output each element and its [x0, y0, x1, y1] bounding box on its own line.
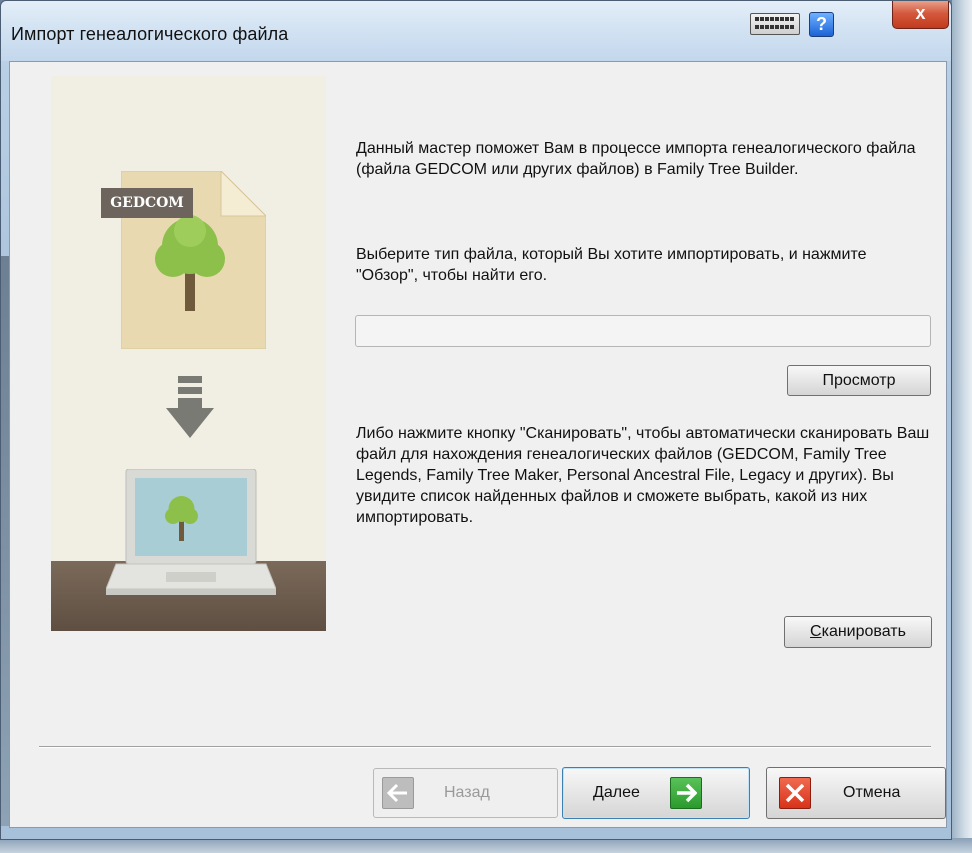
scan-button[interactable]: Сканировать	[784, 616, 932, 648]
cancel-label: Отмена	[843, 784, 901, 801]
desktop-taskbar-edge	[0, 838, 972, 853]
back-button[interactable]: Назад	[373, 768, 558, 818]
browse-button[interactable]: Просмотр	[787, 365, 931, 396]
arrow-right-icon	[669, 777, 702, 809]
back-label: Назад	[444, 784, 490, 801]
title-bar[interactable]: Импорт генеалогического файла ? x	[1, 1, 951, 61]
file-path-input[interactable]	[355, 315, 931, 347]
import-illustration: GEDCOM	[51, 76, 326, 631]
arrow-left-icon	[382, 777, 414, 809]
cancel-button[interactable]: Отмена	[766, 767, 946, 819]
instruction-text: Выберите тип файла, который Вы хотите им…	[356, 246, 867, 284]
help-button[interactable]: ?	[809, 12, 834, 37]
close-button[interactable]: x	[892, 1, 949, 29]
scan-access-key: С	[810, 623, 822, 640]
scan-label: канировать	[821, 623, 906, 640]
cancel-x-icon	[779, 777, 811, 809]
keyboard-icon[interactable]	[750, 13, 800, 35]
laptop-icon	[106, 469, 276, 595]
next-button[interactable]: Далее	[562, 767, 750, 819]
arrow-down-icon	[166, 376, 214, 438]
next-label: Далее	[593, 784, 640, 801]
window-title: Импорт генеалогического файла	[11, 24, 289, 44]
scan-info-text: Либо нажмите кнопку "Сканировать", чтобы…	[356, 425, 930, 526]
desktop-background	[952, 0, 972, 853]
import-dialog-window: Импорт генеалогического файла ? x GEDCOM	[0, 0, 952, 840]
gedcom-label: GEDCOM	[101, 188, 193, 218]
window-left-edge	[1, 256, 9, 826]
footer-divider	[39, 746, 931, 748]
intro-text: Данный мастер поможет Вам в процессе имп…	[356, 140, 916, 178]
